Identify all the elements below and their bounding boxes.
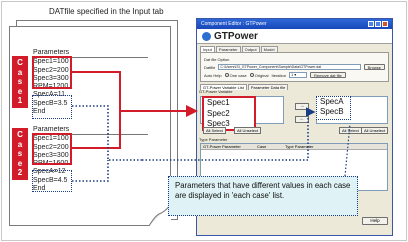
explanation-callout: Parameters that have different values in… [168, 176, 358, 216]
blue-connector-case2 [72, 160, 109, 182]
blue-connector-case1 [72, 105, 142, 161]
red-connector-case1 [72, 71, 198, 117]
callout-pointer [344, 123, 351, 177]
red-connector-case2 [72, 111, 121, 149]
blue-connector-to-list [142, 107, 316, 161]
